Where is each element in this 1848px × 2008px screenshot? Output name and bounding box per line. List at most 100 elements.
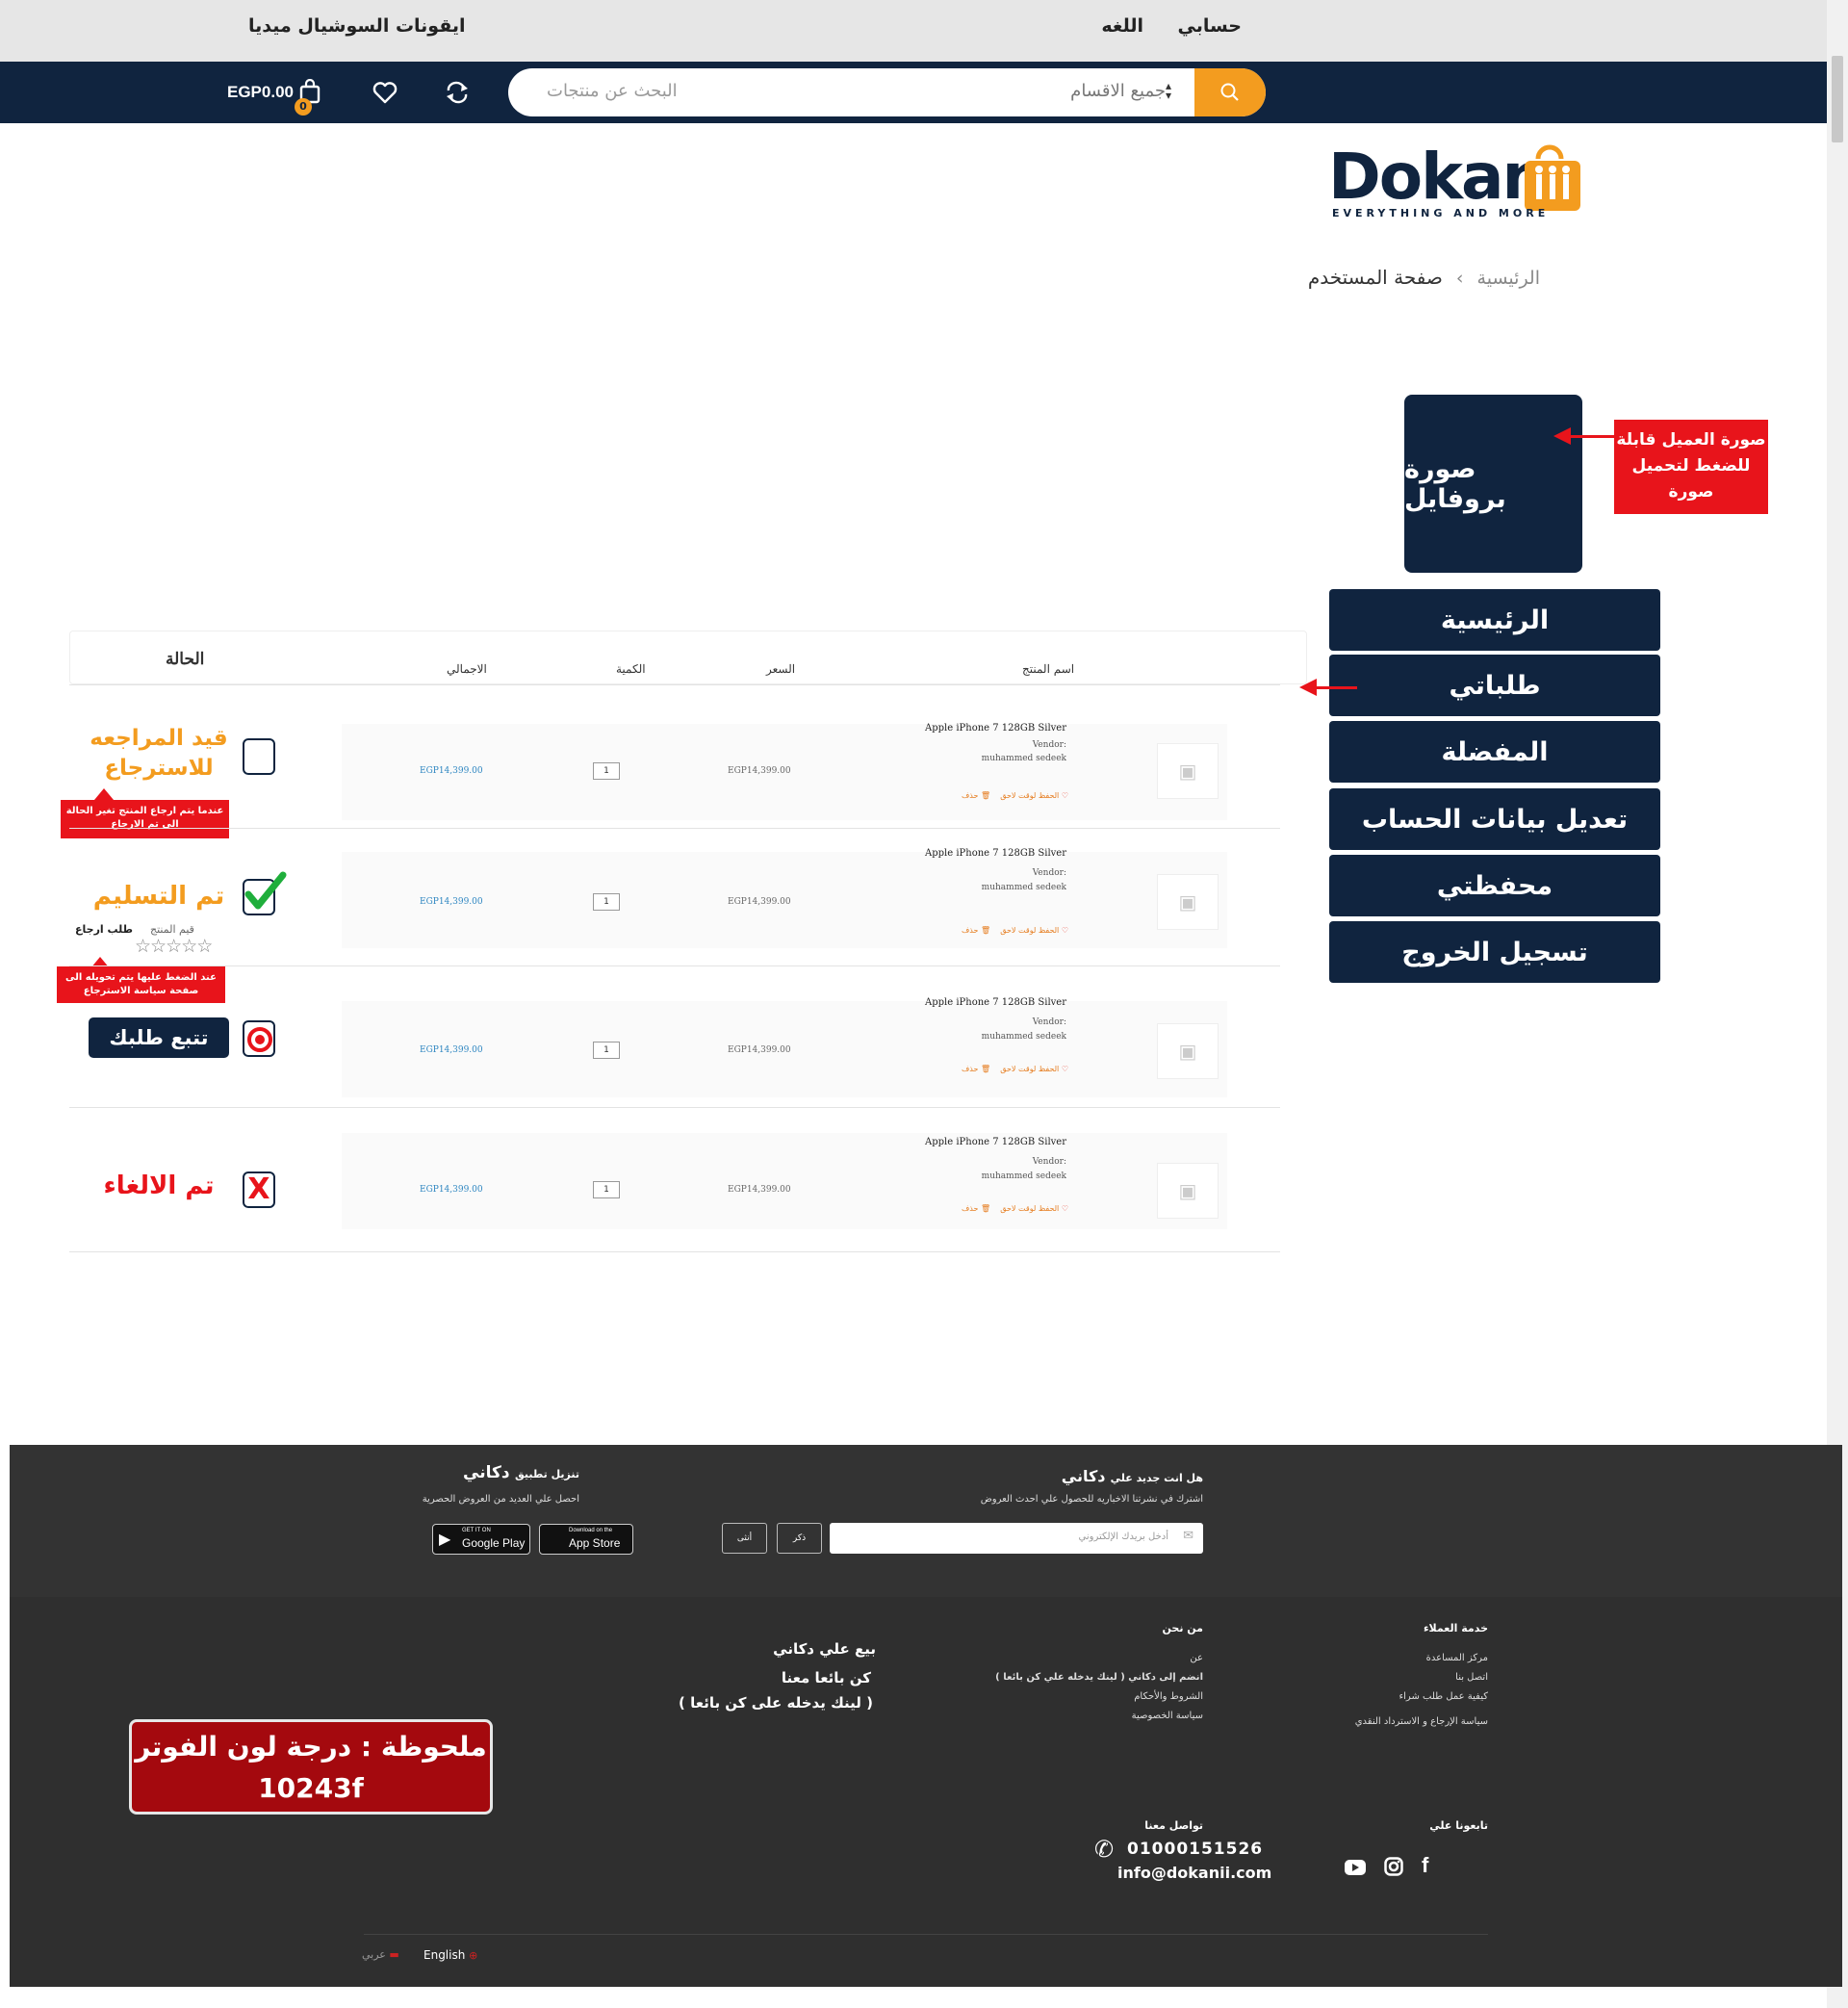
save-later-link[interactable]: الحفظ لوقت لاحق <box>1000 1204 1059 1213</box>
row-actions: ♡ الحفظ لوقت لاحق 🗑 حذف <box>876 791 1068 800</box>
vendor-name[interactable]: muhammed sedeek <box>874 883 1066 892</box>
google-play-big: Google Play <box>462 1536 526 1550</box>
trash-icon: 🗑 <box>978 926 991 935</box>
green-check-icon <box>244 871 287 910</box>
quantity-input[interactable]: 1 <box>593 1181 620 1198</box>
about-link[interactable]: الشروط والأحكام <box>1134 1691 1203 1702</box>
newsletter-email-input[interactable]: أدخل بريدك الإلكتروني ✉ <box>830 1523 1203 1554</box>
star-icon[interactable]: ☆ <box>135 936 151 957</box>
follow-us-title: تابعونا علي <box>1429 1819 1488 1832</box>
newsletter-subtitle: اشترك في نشرتنا الاخباريه للحصول علي احد… <box>980 1494 1203 1505</box>
app-store-big: App Store <box>569 1536 621 1550</box>
star-icon[interactable]: ☆ <box>196 936 213 957</box>
product-name[interactable]: Apple iPhone 7 128GB Silver <box>874 997 1066 1008</box>
delete-link[interactable]: حذف <box>962 791 978 800</box>
trash-icon: 🗑 <box>978 1204 991 1213</box>
phone-number[interactable]: 01000151526 <box>1127 1840 1263 1859</box>
save-later-link[interactable]: الحفظ لوقت لاحق <box>1000 926 1059 935</box>
quantity-input[interactable]: 1 <box>593 893 620 911</box>
rate-product-label[interactable]: قيم المنتج <box>150 923 194 936</box>
track-order-button[interactable]: تتبع طلبك <box>89 1017 229 1058</box>
female-button[interactable]: أنثى <box>722 1523 767 1554</box>
delete-link[interactable]: حذف <box>962 1204 978 1213</box>
product-name[interactable]: Apple iPhone 7 128GB Silver <box>874 723 1066 734</box>
male-button[interactable]: ذكر <box>777 1523 822 1554</box>
header-quantity: الكمية <box>616 662 646 676</box>
vendor-name[interactable]: muhammed sedeek <box>874 1171 1066 1181</box>
vendor-name[interactable]: muhammed sedeek <box>874 754 1066 763</box>
return-request-link[interactable]: طلب ارجاع <box>75 923 133 936</box>
menu-wallet-label: محفظتي <box>1436 870 1553 901</box>
menu-edit-account[interactable]: تعديل بيانات الحساب <box>1329 788 1660 850</box>
app-store-small: Download on the <box>569 1528 613 1533</box>
menu-wallet[interactable]: محفظتي <box>1329 855 1660 916</box>
save-later-link[interactable]: الحفظ لوقت لاحق <box>1000 791 1059 800</box>
cs-link[interactable]: مركز المساعدة <box>1426 1653 1488 1663</box>
facebook-icon[interactable]: f <box>1422 1853 1428 1878</box>
site-logo[interactable]: Dokan EVERYTHING AND MORE <box>1328 140 1607 236</box>
vendor-label: Vendor: <box>1032 1017 1066 1027</box>
menu-orders[interactable]: طلباتي <box>1329 655 1660 716</box>
contact-email[interactable]: info@dokanii.com <box>1117 1864 1271 1882</box>
google-play-badge[interactable]: ▶ GET IT ON Google Play <box>432 1524 530 1555</box>
row-total: EGP14,399.00 <box>420 897 483 907</box>
product-image-placeholder-icon[interactable]: ▣ <box>1157 1023 1219 1079</box>
about-link[interactable]: سياسة الخصوصية <box>1132 1711 1203 1721</box>
account-link[interactable]: حسابي <box>1177 15 1242 37</box>
header-status: الحالة <box>166 650 205 669</box>
vendor-label: Vendor: <box>1032 740 1066 750</box>
compare-icon[interactable] <box>445 81 470 104</box>
delete-link[interactable]: حذف <box>962 1065 978 1073</box>
quantity-input[interactable]: 1 <box>593 762 620 780</box>
sell-link[interactable]: بيع علي دكاني <box>773 1640 876 1658</box>
profile-image-upload[interactable]: صورة بروفايل <box>1404 395 1582 573</box>
category-select[interactable]: جميع الاقسام <box>1070 81 1166 101</box>
menu-favorites[interactable]: المفضلة <box>1329 721 1660 783</box>
breadcrumb-home[interactable]: الرئيسية <box>1477 268 1540 289</box>
star-icon[interactable]: ☆ <box>150 936 167 957</box>
quantity-input[interactable]: 1 <box>593 1042 620 1059</box>
cs-link[interactable]: سياسة الإرجاع و الاسترداد النقدي <box>1355 1716 1488 1727</box>
star-icon[interactable]: ☆ <box>181 936 197 957</box>
menu-logout[interactable]: تسجيل الخروج <box>1329 921 1660 983</box>
brand-name: دكاني <box>1061 1467 1106 1485</box>
heart-icon[interactable] <box>372 81 398 104</box>
instagram-icon[interactable] <box>1384 1857 1403 1876</box>
app-store-badge[interactable]: Download on the App Store <box>539 1524 633 1555</box>
language-link[interactable]: اللغه <box>1101 15 1143 37</box>
star-rating[interactable]: ☆☆☆☆☆ <box>135 936 213 957</box>
search-input[interactable]: البحث عن منتجات <box>547 81 678 101</box>
delete-link[interactable]: حذف <box>962 926 978 935</box>
logo-text: Dokan <box>1328 140 1548 214</box>
cs-link[interactable]: كيفية عمل طلب شراء <box>1399 1691 1488 1702</box>
vendor-name[interactable]: muhammed sedeek <box>874 1032 1066 1042</box>
product-image-placeholder-icon[interactable]: ▣ <box>1157 743 1219 799</box>
save-later-link[interactable]: الحفظ لوقت لاحق <box>1000 1065 1059 1073</box>
product-name[interactable]: Apple iPhone 7 128GB Silver <box>874 1137 1066 1147</box>
about-link[interactable]: عن <box>1190 1653 1203 1663</box>
logo-tagline: EVERYTHING AND MORE <box>1332 207 1550 219</box>
product-image-placeholder-icon[interactable]: ▣ <box>1157 874 1219 930</box>
youtube-icon[interactable] <box>1344 1859 1367 1876</box>
price: EGP14,399.00 <box>728 1185 791 1195</box>
menu-logout-label: تسجيل الخروج <box>1401 937 1588 967</box>
lang-english[interactable]: English ⊕ <box>424 1948 477 1962</box>
product-name[interactable]: Apple iPhone 7 128GB Silver <box>874 848 1066 859</box>
app-subtitle: احصل علي العديد من العروض الحصرية <box>422 1494 579 1505</box>
divider <box>69 828 1280 829</box>
become-seller-link[interactable]: كن بائعا معنا <box>782 1669 871 1686</box>
product-image-placeholder-icon[interactable]: ▣ <box>1157 1163 1219 1219</box>
menu-home[interactable]: الرئيسية <box>1329 589 1660 651</box>
status-cancelled: تم الالغاء <box>103 1171 215 1200</box>
status-checkbox[interactable] <box>243 738 275 775</box>
scroll-thumb[interactable] <box>1832 56 1843 142</box>
about-link[interactable]: انضم إلى دكاني ( لينك يدخله علي كن بائعا… <box>995 1672 1203 1683</box>
cs-link[interactable]: اتصل بنا <box>1455 1672 1488 1683</box>
lang-arabic[interactable]: عربي ▬ <box>362 1948 399 1961</box>
star-icon[interactable]: ☆ <box>166 936 182 957</box>
search-button[interactable] <box>1194 68 1266 116</box>
cancel-x-icon: X <box>247 1172 270 1206</box>
cart-amount[interactable]: EGP0.00 <box>227 83 294 102</box>
play-icon: ▶ <box>439 1532 451 1548</box>
menu-orders-label: طلباتي <box>1449 670 1541 701</box>
